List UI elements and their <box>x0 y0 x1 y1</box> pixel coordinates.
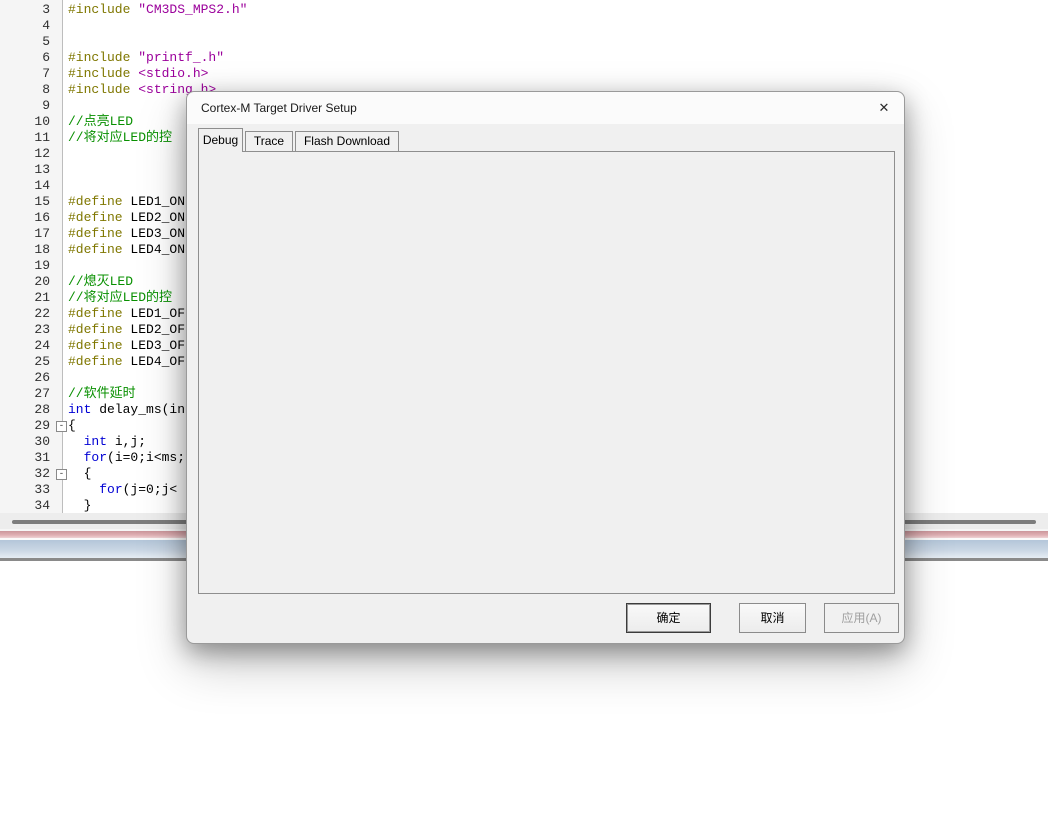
line-number: 24 <box>0 338 50 354</box>
code-text: #define LED2_ON <box>68 210 185 226</box>
code-text: #define LED4_ON <box>68 242 185 258</box>
line-number: 16 <box>0 210 50 226</box>
tab-page-debug <box>198 151 895 594</box>
line-number: 8 <box>0 82 50 98</box>
line-number: 14 <box>0 178 50 194</box>
line-number: 17 <box>0 226 50 242</box>
line-number: 25 <box>0 354 50 370</box>
code-text: int delay_ms(in <box>68 402 185 418</box>
code-text: #include <stdio.h> <box>68 66 208 82</box>
code-text: #include "CM3DS_MPS2.h" <box>68 2 247 18</box>
dialog-titlebar[interactable]: Cortex-M Target Driver Setup ✕ <box>187 92 904 124</box>
ok-button[interactable]: 确定 <box>626 603 711 633</box>
code-line: 4 <box>0 18 1048 34</box>
line-number: 23 <box>0 322 50 338</box>
close-icon[interactable]: ✕ <box>872 96 896 120</box>
code-line: 3 #include "CM3DS_MPS2.h" <box>0 2 1048 18</box>
line-number: 7 <box>0 66 50 82</box>
code-text: { <box>68 466 91 482</box>
code-line: 7 #include <stdio.h> <box>0 66 1048 82</box>
line-number: 19 <box>0 258 50 274</box>
line-number: 18 <box>0 242 50 258</box>
line-number: 26 <box>0 370 50 386</box>
line-number: 33 <box>0 482 50 498</box>
code-line: 5 <box>0 34 1048 50</box>
code-text: } <box>68 498 91 513</box>
line-number: 6 <box>0 50 50 66</box>
line-number: 27 <box>0 386 50 402</box>
code-text: #define LED1_ON <box>68 194 185 210</box>
code-text: int i,j; <box>68 434 146 450</box>
code-text: #define LED2_OF <box>68 322 185 338</box>
line-number: 29 <box>0 418 50 434</box>
line-number: 20 <box>0 274 50 290</box>
line-number: 3 <box>0 2 50 18</box>
line-number: 22 <box>0 306 50 322</box>
code-text: //将对应LED的控 <box>68 130 172 146</box>
line-number: 21 <box>0 290 50 306</box>
code-text: //软件延时 <box>68 386 136 402</box>
line-number: 15 <box>0 194 50 210</box>
code-text: //点亮LED <box>68 114 133 130</box>
cancel-button[interactable]: 取消 <box>739 603 806 633</box>
tab-flash-download[interactable]: Flash Download <box>295 131 399 152</box>
line-number: 4 <box>0 18 50 34</box>
code-text: #define LED1_OF <box>68 306 185 322</box>
code-line: 6 #include "printf_.h" <box>0 50 1048 66</box>
line-number: 32 <box>0 466 50 482</box>
tab-trace[interactable]: Trace <box>245 131 293 152</box>
code-text: #define LED4_OF <box>68 354 185 370</box>
line-number: 28 <box>0 402 50 418</box>
cortex-m-target-driver-setup-dialog: Cortex-M Target Driver Setup ✕ Debug Tra… <box>186 91 905 644</box>
line-number: 34 <box>0 498 50 513</box>
code-text: #define LED3_ON <box>68 226 185 242</box>
code-text: //熄灭LED <box>68 274 133 290</box>
apply-button[interactable]: 应用(A) <box>824 603 899 633</box>
line-number: 11 <box>0 130 50 146</box>
line-number: 12 <box>0 146 50 162</box>
code-text: #define LED3_OF <box>68 338 185 354</box>
code-text: for(j=0;j< <box>68 482 177 498</box>
code-text: { <box>68 418 76 434</box>
line-number: 9 <box>0 98 50 114</box>
fold-marker-icon[interactable]: - <box>56 469 67 480</box>
fold-marker-icon[interactable]: - <box>56 421 67 432</box>
line-number: 10 <box>0 114 50 130</box>
tab-debug[interactable]: Debug <box>198 128 243 152</box>
code-text: #include "printf_.h" <box>68 50 224 66</box>
code-text: //将对应LED的控 <box>68 290 172 306</box>
line-number: 30 <box>0 434 50 450</box>
dialog-title: Cortex-M Target Driver Setup <box>201 101 357 115</box>
line-number: 5 <box>0 34 50 50</box>
line-number: 13 <box>0 162 50 178</box>
code-text: for(i=0;i<ms; <box>68 450 185 466</box>
line-number: 31 <box>0 450 50 466</box>
